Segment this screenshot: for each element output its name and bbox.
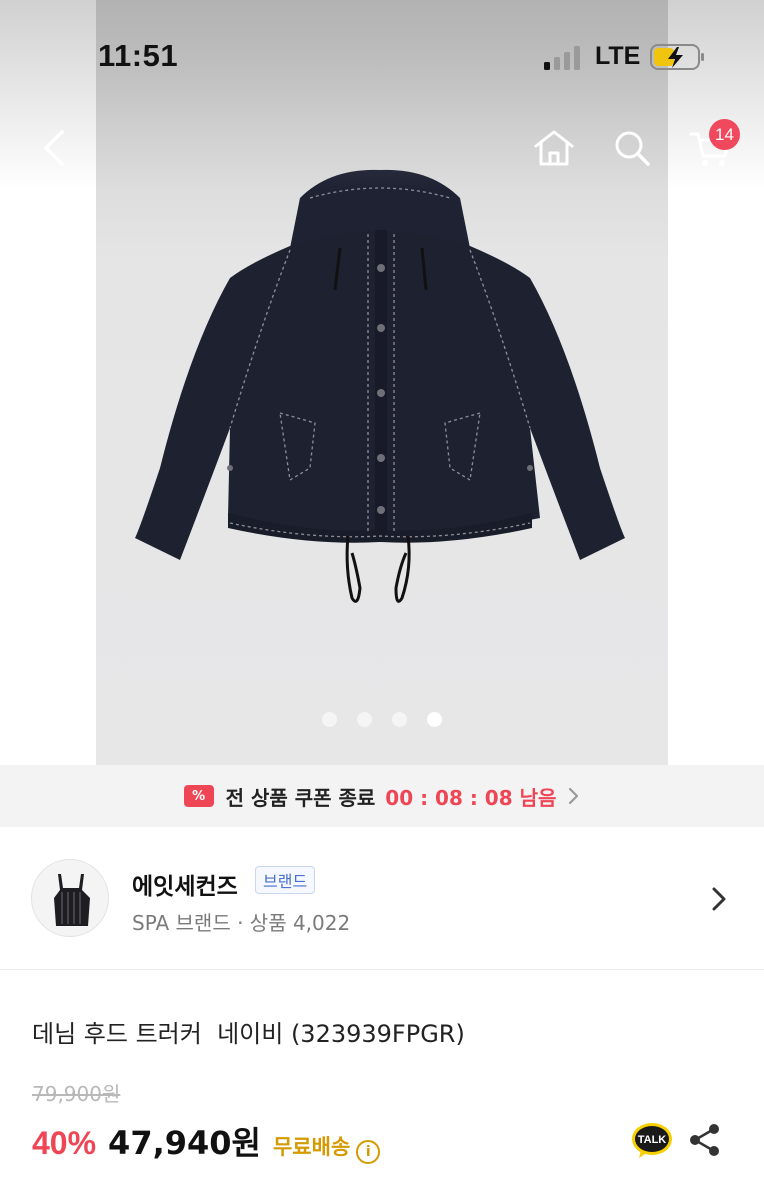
original-price: 79,900원 — [32, 1082, 121, 1106]
carousel-dot[interactable] — [392, 712, 407, 727]
chevron-left-icon — [44, 130, 64, 166]
brand-meta: SPA 브랜드 · 상품 4,022 — [132, 911, 351, 935]
signal-icon — [544, 46, 580, 70]
sale-price: 47,940원 — [108, 1124, 261, 1162]
price-row: 40% 47,940원 무료배송 i — [32, 1118, 381, 1164]
battery-icon — [650, 44, 704, 70]
brand-row[interactable]: 에잇세컨즈 브랜드 SPA 브랜드 · 상품 4,022 — [0, 827, 764, 970]
carousel-dot-active[interactable] — [427, 712, 442, 727]
carousel-dot[interactable] — [357, 712, 372, 727]
brand-tag: 브랜드 — [255, 866, 316, 894]
network-type: LTE — [595, 42, 641, 70]
kakao-talk-button[interactable]: TALK — [631, 1122, 673, 1160]
back-button[interactable] — [24, 118, 84, 178]
search-icon — [615, 131, 650, 166]
cart-count-badge: 14 — [709, 119, 740, 150]
home-button[interactable] — [524, 118, 584, 178]
chevron-right-icon — [712, 887, 726, 911]
chevron-right-icon — [569, 787, 579, 805]
discount-rate: 40% — [32, 1125, 97, 1161]
free-shipping-label: 무료배송 — [272, 1135, 351, 1159]
home-icon — [534, 130, 574, 166]
brand-avatar — [31, 859, 109, 937]
coupon-timer: 00 : 08 : 08 남음 — [385, 785, 557, 810]
share-icon[interactable] — [688, 1122, 722, 1158]
kakao-talk-label: TALK — [638, 1134, 667, 1146]
coupon-icon: % — [183, 785, 214, 807]
info-icon[interactable]: i — [356, 1140, 381, 1164]
coupon-banner[interactable]: % 전 상품 쿠폰 종료 00 : 08 : 08 남음 — [0, 765, 764, 827]
status-bar: 11:51 LTE — [0, 0, 764, 110]
status-time: 11:51 — [98, 38, 179, 73]
brand-name: 에잇세컨즈 — [132, 874, 238, 900]
product-title: 데님 후드 트러커 네이비 (323939FPGR) — [32, 1020, 465, 1048]
carousel-dot[interactable] — [322, 712, 337, 727]
carousel-indicator — [0, 712, 764, 727]
coupon-text: 전 상품 쿠폰 종료 — [225, 785, 376, 810]
search-button[interactable] — [602, 118, 662, 178]
product-image — [135, 169, 625, 603]
brand-avatar-image — [54, 874, 90, 926]
